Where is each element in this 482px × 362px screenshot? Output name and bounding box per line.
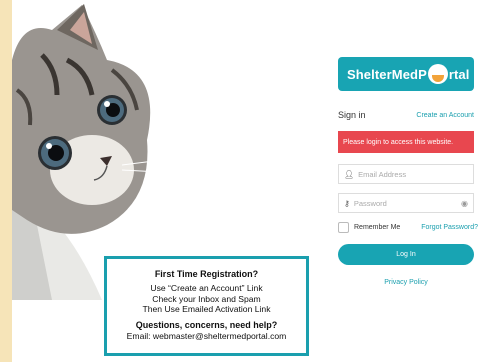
registration-info-box: First Time Registration? Use “Create an … [104,256,309,356]
registration-line-2: Check your Inbox and Spam [152,293,261,304]
login-button[interactable]: Log In [338,244,474,265]
email-field[interactable]: 👤︎ Email Address [338,164,474,184]
forgot-password-link[interactable]: Forgot Password? [421,224,478,231]
login-required-alert: Please login to access this website. [338,131,474,153]
remember-me-checkbox[interactable] [338,222,349,233]
logo-text-start: ShelterMedP [347,66,427,82]
key-icon: ⚷ [344,198,350,208]
email-placeholder: Email Address [358,169,407,179]
remember-row: Remember Me Forgot Password? [338,222,478,233]
registration-line-1: Use “Create an Account” Link [150,282,263,293]
kitten-image [12,4,163,300]
left-panel: First Time Registration? Use “Create an … [12,0,316,362]
signin-title: Sign in [338,110,366,120]
eye-icon[interactable]: ◉ [461,199,468,208]
logo-o-icon [427,64,448,84]
help-email: Email: webmaster@sheltermedportal.com [126,330,287,341]
password-field[interactable]: ⚷ Password ◉ [338,193,474,213]
remember-me-label: Remember Me [354,224,401,231]
password-placeholder: Password [353,198,387,208]
signin-header: Sign in Create an Account [338,110,474,120]
logo-text-end: rtal [448,66,470,82]
privacy-policy-link[interactable]: Privacy Policy [338,279,474,286]
registration-line-3: Then Use Emailed Activation Link [142,304,271,315]
registration-heading: First Time Registration? [154,269,259,279]
user-icon: 👤︎ [344,169,355,179]
sheltermedportal-logo: ShelterMedP rtal [338,57,474,91]
help-question: Questions, concerns, need help? [135,320,278,331]
login-panel: ShelterMedP rtal Sign in Create an Accou… [316,0,482,362]
create-account-link[interactable]: Create an Account [416,112,474,119]
